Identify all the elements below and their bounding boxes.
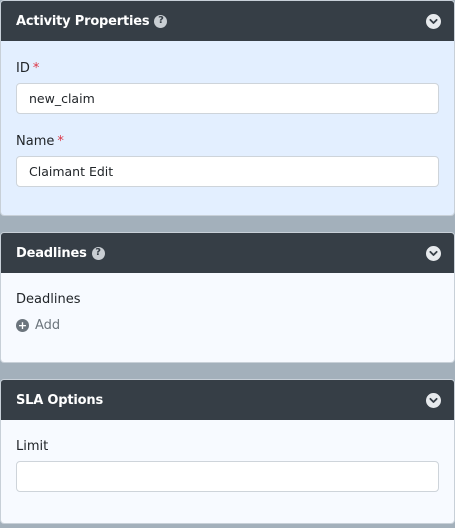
question-circle-icon[interactable]: ? [154, 14, 168, 28]
add-deadline-button[interactable]: + Add [16, 318, 60, 333]
id-input[interactable] [16, 83, 439, 114]
properties-sidebar: Activity Properties ? ID* Name* Deadline… [0, 0, 455, 528]
sla-options-body: Limit [1, 420, 454, 523]
deadlines-header[interactable]: Deadlines ? [1, 233, 454, 273]
question-circle-icon[interactable]: ? [91, 246, 105, 260]
activity-properties-panel: Activity Properties ? ID* Name* [0, 0, 455, 216]
activity-properties-body: ID* Name* [1, 41, 454, 215]
panel-title: Activity Properties [16, 13, 150, 29]
deadlines-label: Deadlines [16, 292, 81, 307]
chevron-down-icon[interactable] [426, 392, 441, 408]
activity-properties-header[interactable]: Activity Properties ? [1, 1, 454, 41]
required-mark: * [57, 134, 64, 149]
plus-circle-icon: + [16, 319, 29, 332]
deadlines-body: Deadlines + Add [1, 273, 454, 362]
limit-input[interactable] [16, 461, 439, 492]
chevron-down-icon[interactable] [426, 13, 441, 29]
panel-title: SLA Options [16, 392, 103, 408]
id-label: ID * [16, 61, 40, 76]
add-label: Add [35, 318, 61, 333]
name-label: Name * [16, 134, 64, 149]
deadlines-panel: Deadlines ? Deadlines + Add [0, 232, 455, 363]
required-mark: * [32, 61, 40, 76]
sla-options-header[interactable]: SLA Options [1, 380, 454, 420]
sla-options-panel: SLA Options Limit [0, 379, 455, 524]
name-input[interactable] [16, 156, 439, 187]
limit-label: Limit [16, 439, 49, 454]
panel-title: Deadlines [16, 245, 87, 261]
chevron-down-icon[interactable] [426, 245, 441, 261]
